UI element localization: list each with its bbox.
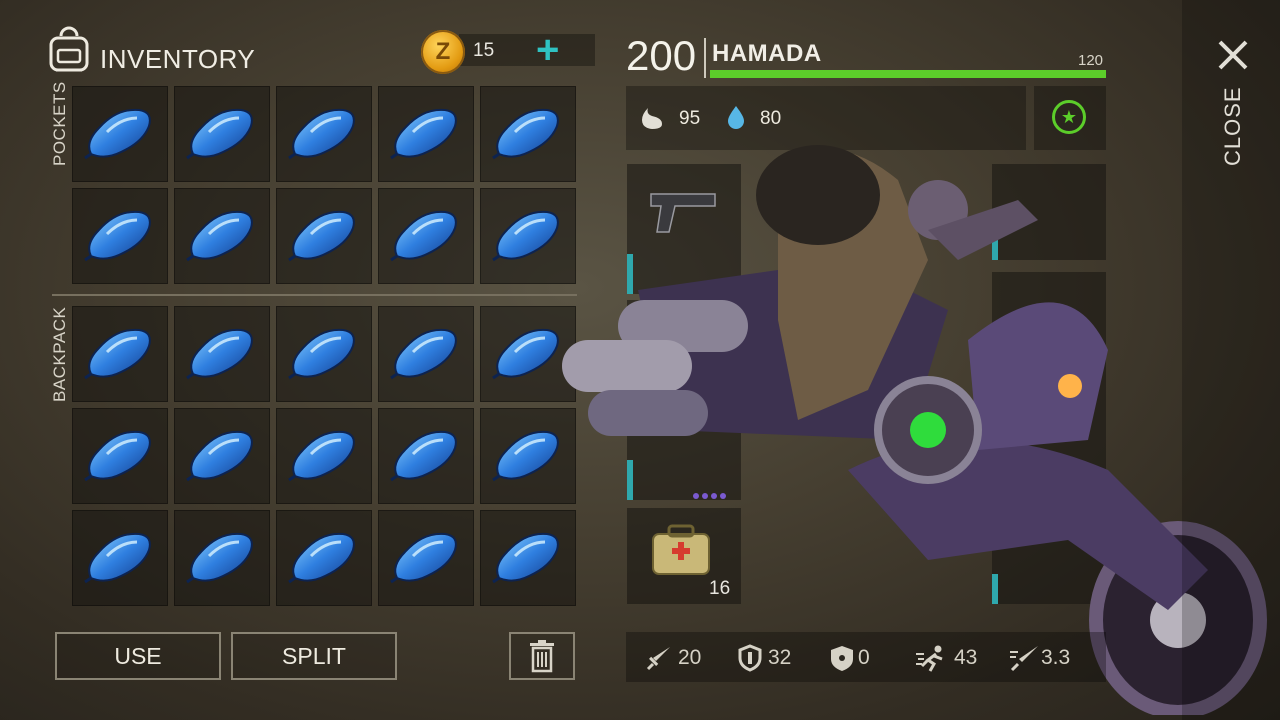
- pocket-slot[interactable]: [72, 188, 168, 284]
- inventory-title: INVENTORY: [100, 44, 256, 74]
- blue-blob-icon: [288, 532, 355, 584]
- attack-speed-value: 3.3: [1041, 646, 1071, 669]
- pocket-slot[interactable]: [276, 188, 372, 284]
- backpack-slot[interactable]: [174, 408, 270, 504]
- motorcycle-rider-image: [562, 145, 1267, 715]
- backpack-slot[interactable]: [378, 306, 474, 402]
- attack-value: 20: [678, 646, 702, 669]
- character-name: HAMADA: [712, 40, 822, 67]
- defense-value: 32: [768, 646, 792, 669]
- hunger-value: 95: [679, 108, 701, 129]
- speed-value: 43: [954, 646, 978, 669]
- blue-blob-icon: [186, 108, 253, 160]
- blue-blob-icon: [390, 108, 457, 160]
- water-drop-icon: [728, 106, 744, 129]
- pocket-slot[interactable]: [72, 86, 168, 182]
- radiation-value: 0: [858, 646, 870, 669]
- radiation-shield-icon: [831, 646, 853, 671]
- blue-blob-icon: [84, 430, 151, 482]
- attack-speed-icon: [1010, 646, 1038, 672]
- backpack-slot[interactable]: [72, 510, 168, 606]
- blue-blob-icon: [288, 430, 355, 482]
- pocket-slot[interactable]: [174, 86, 270, 182]
- stomach-icon: [642, 108, 662, 129]
- blue-blob-icon: [84, 532, 151, 584]
- blue-blob-icon: [186, 532, 253, 584]
- backpack-icon: [46, 26, 92, 79]
- section-divider: [52, 294, 577, 296]
- combat-stats-bar: 20 32 0 43 3.3: [626, 632, 1106, 682]
- blue-blob-icon: [390, 430, 457, 482]
- add-coins-button[interactable]: +: [536, 28, 559, 72]
- backpack-slot[interactable]: [174, 510, 270, 606]
- running-icon: [916, 645, 943, 672]
- use-button[interactable]: USE: [55, 632, 221, 680]
- backpack-slot[interactable]: [378, 510, 474, 606]
- coin-icon: Z: [421, 30, 465, 74]
- health-separator: [704, 38, 706, 78]
- xp-bar-fill: [710, 70, 1106, 78]
- pocket-slot[interactable]: [378, 86, 474, 182]
- coin-count: 15: [473, 40, 495, 61]
- backpack-slot[interactable]: [72, 408, 168, 504]
- backpack-grid: [72, 306, 576, 606]
- xp-max: 120: [1078, 52, 1104, 69]
- backpack-slot[interactable]: [174, 306, 270, 402]
- pockets-label: POCKETS: [50, 81, 69, 166]
- backpack-slot[interactable]: [378, 408, 474, 504]
- split-button[interactable]: SPLIT: [231, 632, 397, 680]
- blue-blob-icon: [288, 328, 355, 380]
- backpack-slot[interactable]: [276, 306, 372, 402]
- pocket-slot[interactable]: [276, 86, 372, 182]
- close-label: CLOSE: [1220, 86, 1245, 166]
- backpack-slot[interactable]: [72, 306, 168, 402]
- health-value: 200: [626, 32, 697, 79]
- blue-blob-icon: [186, 328, 253, 380]
- close-icon[interactable]: [1216, 38, 1250, 72]
- blue-blob-icon: [390, 328, 457, 380]
- backpack-slot[interactable]: [276, 510, 372, 606]
- shield-icon: [738, 644, 762, 672]
- blue-blob-icon: [84, 210, 151, 262]
- pocket-slot[interactable]: [378, 188, 474, 284]
- blue-blob-icon: [288, 108, 355, 160]
- backpack-label: BACKPACK: [50, 306, 69, 402]
- sword-icon: [646, 647, 670, 671]
- pocket-slot[interactable]: [174, 188, 270, 284]
- currency-panel: Z 15 +: [421, 28, 595, 74]
- star-icon: ★: [1052, 100, 1086, 134]
- blue-blob-icon: [84, 328, 151, 380]
- blue-blob-icon: [186, 430, 253, 482]
- thirst-value: 80: [760, 108, 782, 129]
- blue-blob-icon: [390, 532, 457, 584]
- blue-blob-icon: [84, 108, 151, 160]
- blue-blob-icon: [186, 210, 253, 262]
- pockets-grid: [72, 86, 576, 284]
- blue-blob-icon: [390, 210, 457, 262]
- backpack-slot[interactable]: [276, 408, 372, 504]
- blue-blob-icon: [288, 210, 355, 262]
- xp-bar: [710, 70, 1106, 78]
